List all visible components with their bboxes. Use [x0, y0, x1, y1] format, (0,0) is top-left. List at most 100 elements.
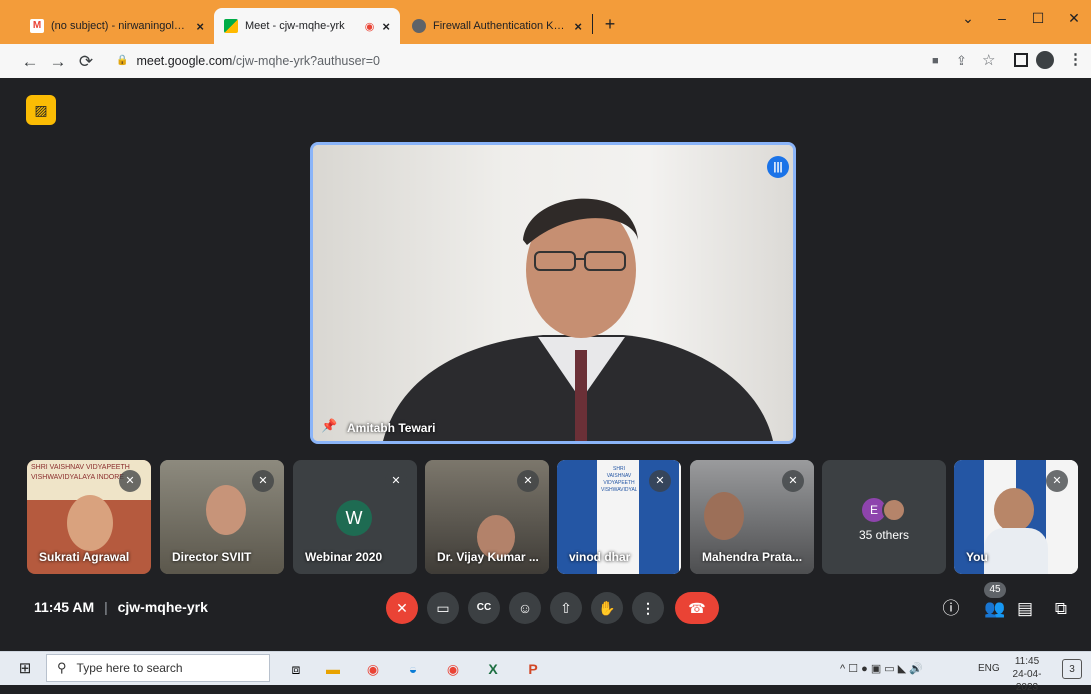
- others-tile[interactable]: E 35 others: [822, 460, 946, 574]
- sidepanel-icon[interactable]: [1014, 53, 1028, 67]
- participant-name: Sukrati Agrawal: [39, 550, 130, 564]
- speaking-indicator-icon: |||: [767, 156, 789, 178]
- url-field[interactable]: 🔒 meet.google.com /cjw-mqhe-yrk?authuser…: [112, 50, 920, 72]
- gmail-icon: M: [30, 19, 44, 33]
- bookmark-star-icon[interactable]: ☆: [982, 51, 995, 69]
- muted-mic-icon: ✕: [385, 470, 407, 492]
- participant-name: vinod dhar: [569, 550, 631, 564]
- clock-time: 11:45: [1014, 656, 1040, 667]
- camera-button[interactable]: ▭: [427, 592, 459, 624]
- language-indicator[interactable]: ENG: [978, 663, 1000, 674]
- leave-call-button[interactable]: ☎: [675, 592, 719, 624]
- captions-button[interactable]: CC: [468, 592, 500, 624]
- system-tray-icons[interactable]: ^ ☐ ● ▣ ▭ ◣ 🔊: [840, 662, 923, 675]
- close-icon[interactable]: ×: [574, 19, 582, 34]
- taskbar-search-box[interactable]: ⚲ Type here to search: [46, 654, 270, 682]
- others-count: 35 others: [858, 528, 910, 542]
- muted-mic-icon: ✕: [252, 470, 274, 492]
- minimize-button[interactable]: –: [984, 6, 1020, 30]
- muted-mic-icon: ✕: [782, 470, 804, 492]
- participant-tile[interactable]: W ✕ Webinar 2020: [293, 460, 417, 574]
- participant-tile[interactable]: ✕ Dr. Vijay Kumar ...: [425, 460, 549, 574]
- more-options-button[interactable]: ⋮: [632, 592, 664, 624]
- muted-mic-icon: ✕: [649, 470, 671, 492]
- main-speaker-tile[interactable]: ||| 📌 Amitabh Tewari: [310, 142, 796, 444]
- close-icon[interactable]: ×: [382, 19, 390, 34]
- participant-shirt: [984, 528, 1048, 574]
- participant-name: Dr. Vijay Kumar ...: [437, 550, 539, 564]
- clock-date: 24-04-2023: [1012, 669, 1042, 693]
- windows-start-icon[interactable]: ⊞: [14, 659, 36, 679]
- forward-icon[interactable]: →: [46, 50, 70, 74]
- search-placeholder: Type here to search: [76, 661, 183, 675]
- meeting-code: cjw-mqhe-yrk: [117, 599, 208, 615]
- meeting-details-icon[interactable]: ⓘ: [938, 596, 964, 622]
- chat-icon[interactable]: ▤: [1012, 596, 1038, 622]
- maximize-button[interactable]: ☐: [1020, 6, 1056, 30]
- lock-icon: 🔒: [116, 55, 129, 66]
- tab-firewall[interactable]: Firewall Authentication Keepalive ×: [402, 8, 592, 44]
- raise-hand-button[interactable]: ✋: [591, 592, 623, 624]
- task-view-icon[interactable]: ⧈: [285, 659, 307, 679]
- participant-face: [994, 488, 1034, 532]
- url-domain: meet.google.com: [136, 54, 233, 68]
- file-explorer-icon[interactable]: ▬: [322, 659, 344, 679]
- tab-meet[interactable]: Meet - cjw-mqhe-yrk ◉ ×: [214, 8, 400, 44]
- tab-title: (no subject) - nirwaningole@svvv: [51, 20, 188, 32]
- activities-icon[interactable]: ⧉: [1048, 596, 1074, 622]
- menu-kebab-icon[interactable]: ⋮: [1068, 50, 1083, 68]
- tab-gmail[interactable]: M (no subject) - nirwaningole@svvv ×: [20, 8, 214, 44]
- participant-tile[interactable]: SHRI VAISHNAV VIDYAPEETH VISHWAVIDYALAYA…: [557, 460, 681, 574]
- close-icon[interactable]: ×: [196, 19, 204, 34]
- mic-off-button[interactable]: ✕: [386, 592, 418, 624]
- self-tile[interactable]: ✕ You: [954, 460, 1078, 574]
- back-icon[interactable]: ←: [18, 50, 42, 74]
- participant-face: [704, 492, 744, 540]
- recording-icon: ◉: [364, 20, 375, 33]
- profile-avatar[interactable]: [1036, 51, 1054, 69]
- tab-search-button[interactable]: ⌄: [950, 6, 986, 30]
- participant-name: Webinar 2020: [305, 550, 383, 564]
- camera-icon[interactable]: ■: [932, 55, 939, 67]
- captions-off-icon[interactable]: ▨: [26, 95, 56, 125]
- new-tab-button[interactable]: +: [598, 12, 622, 36]
- participant-name: Director SVIIT: [172, 550, 252, 564]
- people-icon[interactable]: 👥: [982, 596, 1008, 622]
- tab-title: Meet - cjw-mqhe-yrk: [245, 20, 345, 32]
- participant-face: [67, 495, 113, 551]
- muted-mic-icon: ✕: [119, 470, 141, 492]
- participant-name: Mahendra Prata...: [702, 550, 803, 564]
- globe-icon: [412, 19, 426, 33]
- excel-icon[interactable]: X: [482, 659, 504, 679]
- browser-tab-bar: M (no subject) - nirwaningole@svvv × Mee…: [0, 0, 1091, 685]
- tab-title: Firewall Authentication Keepalive: [433, 20, 566, 32]
- participant-tile[interactable]: SHRI VAISHNAV VIDYAPEETH VISHWAVIDYALAYA…: [27, 460, 151, 574]
- avatar: W: [336, 500, 372, 536]
- emoji-button[interactable]: ☺: [509, 592, 541, 624]
- banner-text: SHRI VAISHNAV VIDYAPEETH VISHWAVIDYALAYA: [601, 466, 637, 493]
- share-icon[interactable]: ⇪: [956, 53, 967, 69]
- muted-mic-icon: ✕: [517, 470, 539, 492]
- taskbar-clock[interactable]: 11:45 24-04-2023: [1004, 655, 1050, 694]
- powerpoint-icon[interactable]: P: [522, 659, 544, 679]
- close-window-button[interactable]: ✕: [1056, 6, 1091, 30]
- meeting-info: 11:45 AM | cjw-mqhe-yrk: [34, 599, 208, 615]
- chrome-meet-icon[interactable]: ◉: [442, 659, 464, 679]
- url-path: /cjw-mqhe-yrk?authuser=0: [232, 54, 380, 68]
- participant-tile[interactable]: ✕ Mahendra Prata...: [690, 460, 814, 574]
- edge-icon[interactable]: ◒: [402, 659, 424, 679]
- participant-name: You: [966, 550, 988, 564]
- search-icon: ⚲: [57, 660, 67, 675]
- present-button[interactable]: ⇧: [550, 592, 582, 624]
- notifications-icon[interactable]: 3: [1062, 659, 1082, 679]
- reload-icon[interactable]: ⟳: [74, 50, 98, 74]
- chrome-icon[interactable]: ◉: [362, 659, 384, 679]
- participant-tile[interactable]: ✕ Director SVIIT: [160, 460, 284, 574]
- meeting-time: 11:45 AM: [34, 599, 95, 615]
- pin-icon[interactable]: 📌: [321, 418, 337, 434]
- info-separator: |: [104, 599, 108, 615]
- muted-mic-icon: ✕: [1046, 470, 1068, 492]
- speaker-name: Amitabh Tewari: [347, 421, 436, 435]
- speaker-video: [383, 198, 773, 441]
- meet-icon: [224, 19, 238, 33]
